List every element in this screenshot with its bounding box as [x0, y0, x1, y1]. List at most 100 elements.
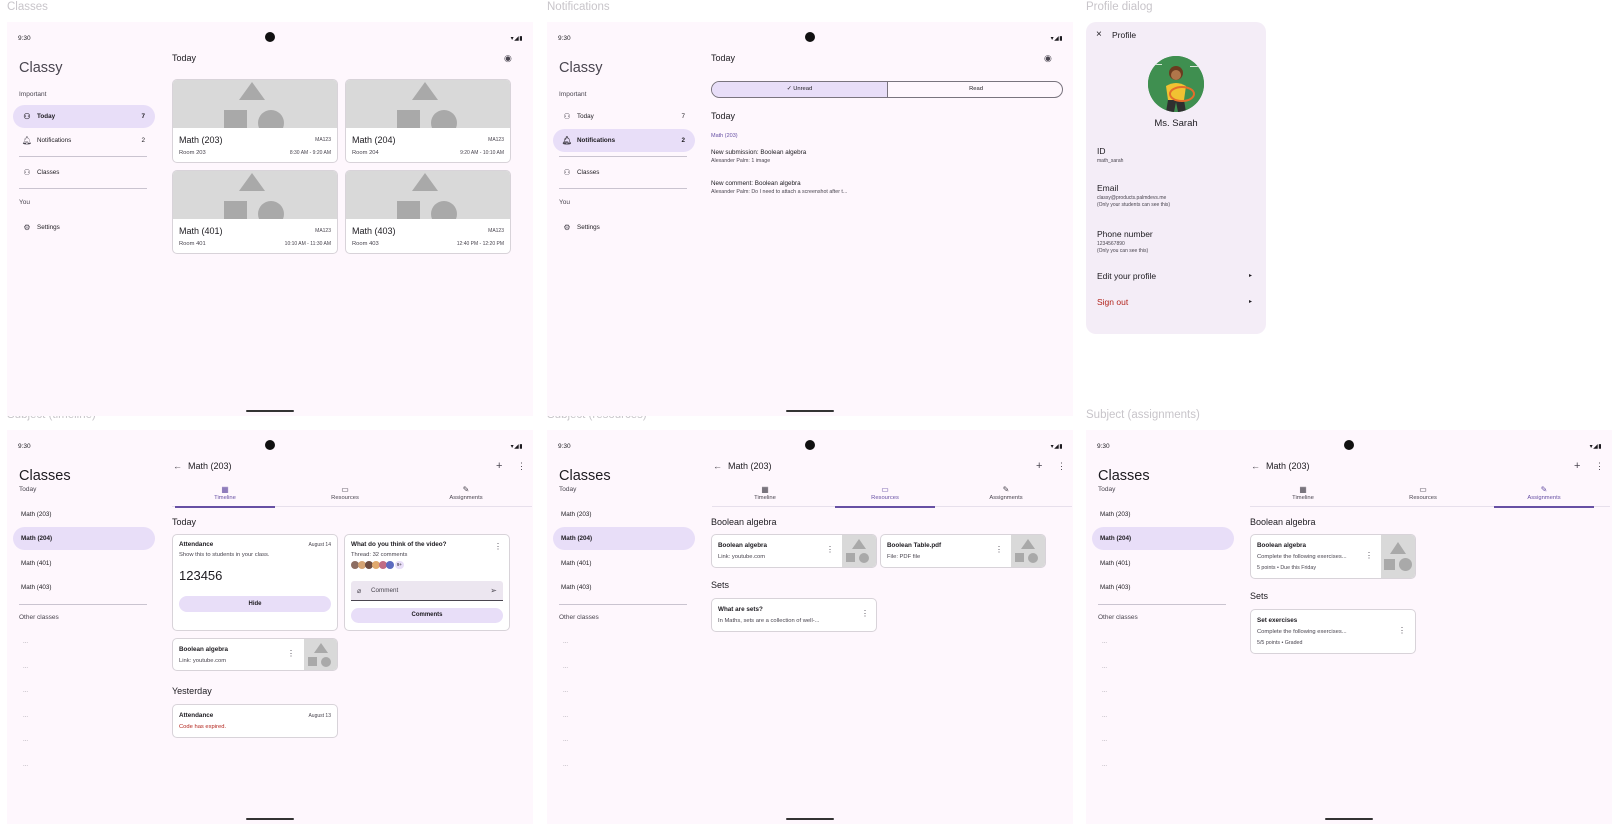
status-time: 9:30 — [1097, 443, 1110, 450]
add-icon[interactable]: + — [1036, 460, 1042, 472]
nav-item-class[interactable]: Math (401) — [553, 552, 695, 575]
email-label: Email — [1097, 183, 1119, 193]
nav-rail: Classes Today Math (203) Math (204) Math… — [7, 456, 161, 824]
more-vert-icon[interactable]: ⋮ — [995, 545, 1003, 554]
more-vert-icon[interactable]: ⋮ — [517, 461, 526, 472]
add-icon[interactable]: + — [1574, 460, 1580, 472]
account-circle-icon[interactable]: ◉ — [504, 53, 512, 64]
nav-item-classes[interactable]: ⚇ Classes — [13, 161, 155, 184]
nav-item-class[interactable]: Math (401) — [1092, 552, 1234, 575]
chevron-right-icon: ▸ — [1248, 299, 1252, 305]
nav-item-class[interactable]: Math (403) — [1092, 576, 1234, 599]
home-indicator[interactable] — [786, 410, 834, 412]
tab-label: Assignments — [1527, 495, 1561, 501]
segment-unread[interactable]: ✓ Unread — [712, 82, 888, 97]
class-card-image — [346, 171, 510, 219]
notification-title: New submission: Boolean algebra — [711, 149, 807, 156]
class-card-name: Math (203) — [179, 135, 223, 145]
nav-item-class[interactable]: Math (203) — [13, 503, 155, 526]
more-vert-icon[interactable]: ⋮ — [826, 545, 834, 554]
nav-rail: Classes Today Math (203) Math (204) Math… — [1086, 456, 1240, 824]
class-card[interactable]: Math (401) MA123 Room 401 10:10 AM - 11:… — [172, 170, 338, 254]
attendance-card: Attendance August 14 Show this to studen… — [172, 534, 338, 631]
tab-assignments[interactable]: ✎ Assignments — [956, 485, 1056, 507]
tab-resources[interactable]: ▭ Resources — [295, 485, 395, 507]
more-vert-icon[interactable]: ⋮ — [494, 542, 502, 551]
more-vert-icon[interactable]: ⋮ — [1398, 626, 1406, 635]
nav-item-label: Math (203) — [21, 511, 52, 518]
home-indicator[interactable] — [246, 818, 294, 820]
nav-item-class[interactable]: Math (401) — [13, 552, 155, 575]
status-time: 9:30 — [558, 35, 571, 42]
card-title: What are sets? — [718, 606, 763, 613]
nav-item-settings[interactable]: ⚙ Settings — [553, 216, 695, 239]
nav-rail: Classy Important ⚇ Today 7 🔔︎ Notifications… — [7, 48, 161, 416]
more-vert-icon[interactable]: ⋮ — [1057, 461, 1066, 472]
tab-resources[interactable]: ▭ Resources — [1373, 485, 1473, 507]
email-value: classy@products.palmdevs.me — [1097, 195, 1167, 201]
resource-card[interactable]: Boolean algebra Link: youtube.com ⋮ — [711, 534, 877, 568]
nav-section-other: Other classes — [1098, 614, 1138, 621]
assignment-card[interactable]: Set exercises Complete the following exe… — [1250, 609, 1416, 654]
card-title: Boolean algebra — [179, 646, 228, 653]
class-card[interactable]: Math (204) MA123 Room 204 9:20 AM - 10:1… — [345, 79, 511, 163]
attach-icon[interactable]: ⌀ — [357, 587, 361, 595]
divider — [19, 156, 147, 157]
tab-timeline[interactable]: ▦ Timeline — [175, 485, 275, 508]
more-vert-icon[interactable]: ⋮ — [861, 609, 869, 618]
class-card[interactable]: Math (403) MA123 Room 403 12:40 PM - 12:… — [345, 170, 511, 254]
nav-item-class[interactable]: Math (203) — [1092, 503, 1234, 526]
tab-label: Timeline — [1292, 495, 1314, 501]
nav-item-classes[interactable]: ⚇ Classes — [553, 161, 695, 184]
home-indicator[interactable] — [246, 410, 294, 412]
send-icon[interactable]: ➢ — [490, 586, 497, 595]
more-vert-icon[interactable]: ⋮ — [1595, 461, 1604, 472]
card-meta: 5 points • Due this Friday — [1257, 565, 1316, 571]
hide-button[interactable]: Hide — [179, 596, 331, 612]
resource-card[interactable]: What are sets? In Maths, sets are a coll… — [711, 598, 877, 632]
back-arrow-icon[interactable]: ← — [1251, 461, 1260, 471]
comments-button[interactable]: Comments — [351, 608, 503, 623]
nav-item-label: Today — [37, 113, 56, 120]
status-icons: ▾◢▮ — [1589, 444, 1602, 450]
account-circle-icon[interactable]: ◉ — [1044, 53, 1052, 64]
nav-item-today[interactable]: ⚇ Today 7 — [13, 105, 155, 128]
class-card[interactable]: Math (203) MA123 Room 203 8:30 AM - 9:20… — [172, 79, 338, 163]
home-indicator[interactable] — [786, 818, 834, 820]
tab-timeline[interactable]: ▦ Timeline — [1253, 485, 1353, 507]
nav-item-notifications[interactable]: 🔔︎ Notifications 2 — [13, 129, 155, 152]
tab-timeline[interactable]: ▦ Timeline — [715, 485, 815, 507]
tab-resources[interactable]: ▭ Resources — [835, 485, 935, 508]
edit-profile-row[interactable]: Edit your profile ▸ — [1086, 268, 1266, 284]
subject-tabs: ▦ Timeline ▭ Resources ✎ Assignments — [172, 485, 532, 508]
nav-item-label: Math (401) — [21, 560, 52, 567]
segment-read[interactable]: Read — [888, 82, 1062, 97]
class-card-image — [346, 80, 510, 128]
back-arrow-icon[interactable]: ← — [173, 461, 182, 471]
section-heading: Today — [711, 111, 736, 121]
resource-card[interactable]: Boolean algebra Link: youtube.com ⋮ — [172, 638, 338, 671]
more-vert-icon[interactable]: ⋮ — [287, 649, 295, 658]
home-indicator[interactable] — [1325, 818, 1373, 820]
read-filter-segmented: ✓ Unread Read — [711, 81, 1063, 98]
close-icon[interactable]: × — [1096, 29, 1102, 40]
sign-out-row[interactable]: Sign out ▸ — [1086, 294, 1266, 310]
nav-item-today[interactable]: ⚇ Today 7 — [553, 105, 695, 128]
tab-assignments[interactable]: ✎ Assignments — [1494, 485, 1594, 508]
tab-label: Timeline — [754, 495, 776, 501]
nav-item-class[interactable]: Math (403) — [553, 576, 695, 599]
assignment-card[interactable]: Boolean algebra Complete the following e… — [1250, 534, 1416, 579]
add-icon[interactable]: + — [496, 460, 502, 472]
nav-item-class[interactable]: Math (204) — [1092, 527, 1234, 550]
back-arrow-icon[interactable]: ← — [713, 461, 722, 471]
nav-item-class[interactable]: Math (204) — [13, 527, 155, 550]
nav-item-settings[interactable]: ⚙ Settings — [13, 216, 155, 239]
comment-input[interactable]: ⌀ Comment ➢ — [351, 581, 503, 601]
tab-assignments[interactable]: ✎ Assignments — [416, 485, 516, 507]
nav-item-class[interactable]: Math (204) — [553, 527, 695, 550]
nav-item-class[interactable]: Math (203) — [553, 503, 695, 526]
resource-card[interactable]: Boolean Table.pdf File: PDF file ⋮ — [880, 534, 1046, 568]
nav-item-notifications[interactable]: 🔔︎ Notifications 2 — [553, 129, 695, 152]
nav-item-class[interactable]: Math (403) — [13, 576, 155, 599]
more-vert-icon[interactable]: ⋮ — [1365, 551, 1373, 560]
